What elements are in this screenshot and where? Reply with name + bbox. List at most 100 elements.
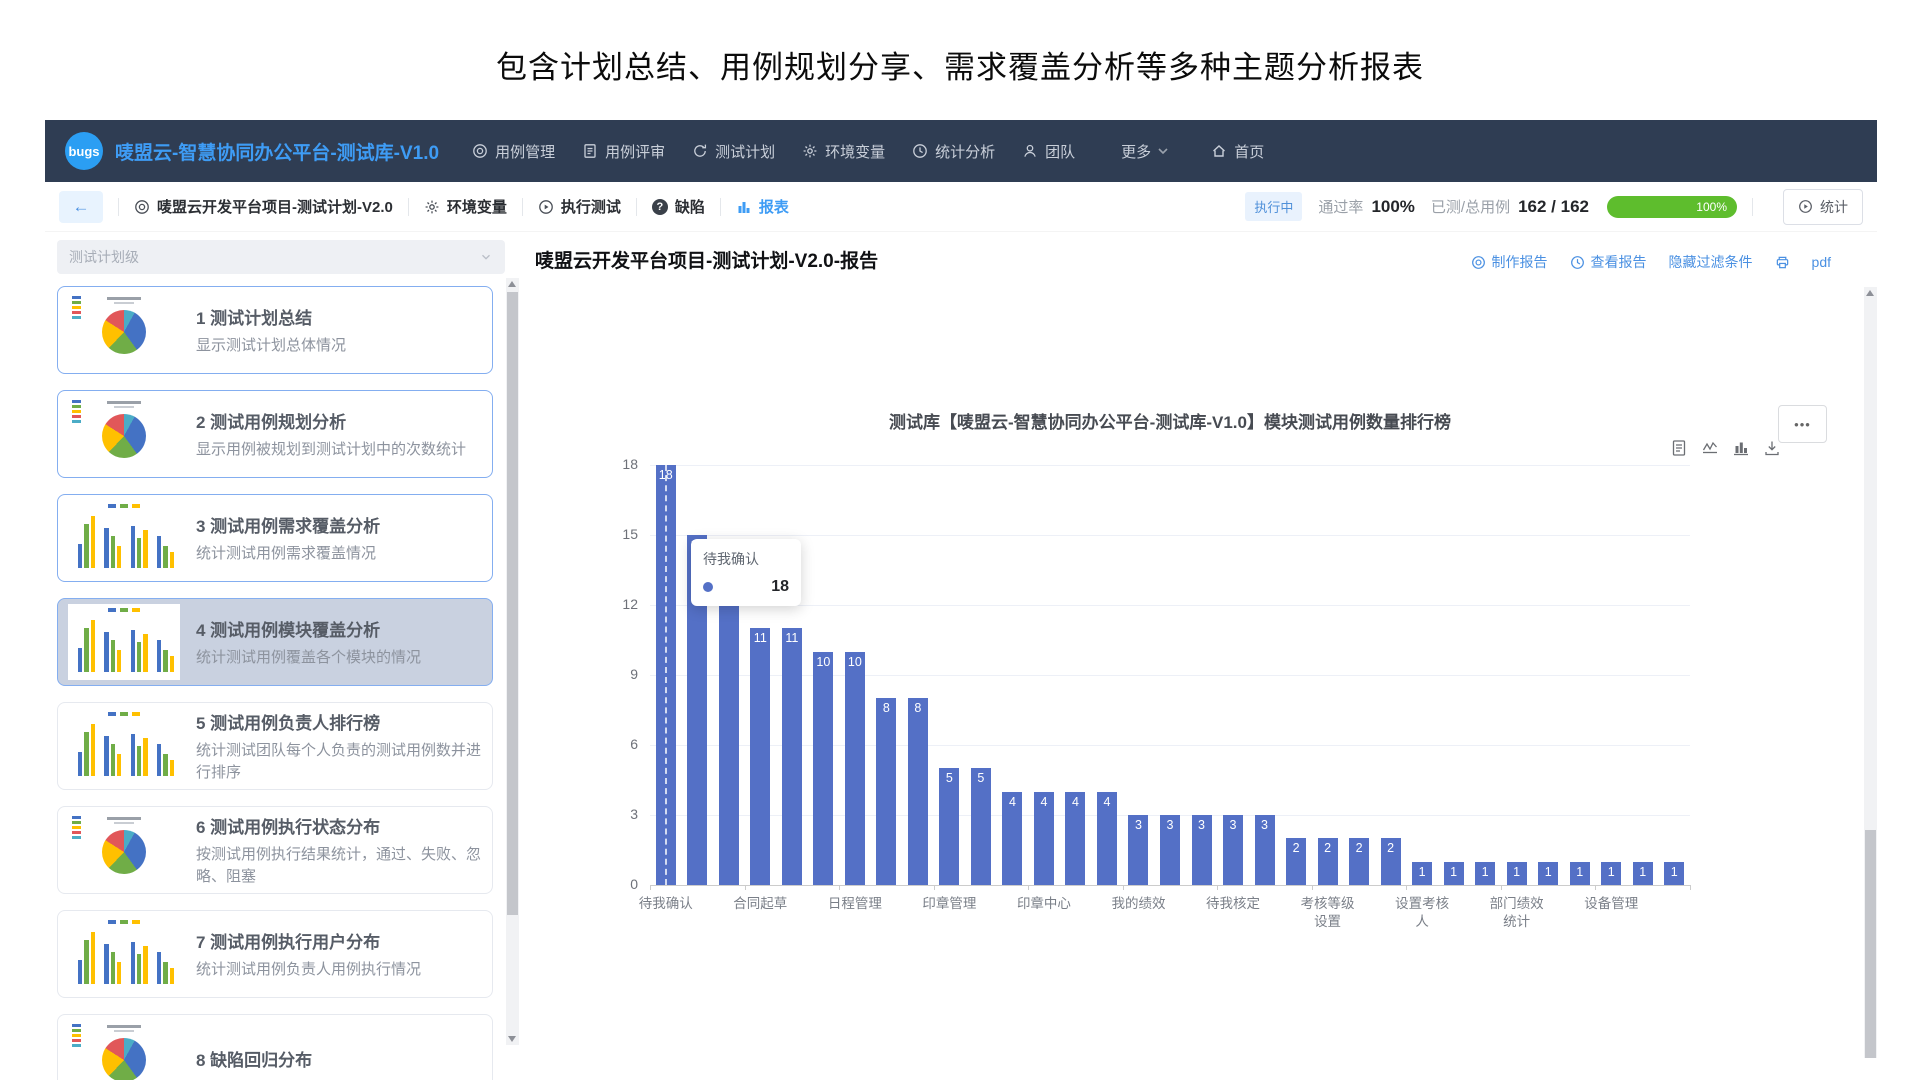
bar-16[interactable]: 3	[1128, 815, 1148, 885]
sidebar-scrollbar[interactable]	[506, 278, 519, 1045]
y-axis-tick-label: 6	[598, 736, 638, 752]
card-text: 7 测试用例执行用户分布统计测试用例负责人用例执行情况	[196, 928, 482, 981]
bar-14[interactable]: 4	[1065, 792, 1085, 885]
bar-22[interactable]: 2	[1318, 838, 1338, 885]
card-title: 8 缺陷回归分布	[196, 1046, 482, 1071]
divider	[636, 198, 637, 216]
bar-7[interactable]: 10	[845, 652, 865, 885]
report-card-6[interactable]: 6 测试用例执行状态分布按测试用例执行结果统计，通过、失败、忽略、阻塞	[57, 806, 493, 894]
nav-item-2[interactable]: 用例评审	[582, 141, 665, 162]
nav-item-5[interactable]: 统计分析	[912, 141, 995, 162]
report-card-4[interactable]: 4 测试用例模块覆盖分析统计测试用例覆盖各个模块的情况	[57, 598, 493, 686]
bar-12[interactable]: 4	[1002, 792, 1022, 885]
download-icon[interactable]	[1763, 439, 1781, 457]
bar-value-label: 1	[1664, 865, 1684, 879]
report-card-8[interactable]: 8 缺陷回归分布	[57, 1014, 493, 1080]
x-axis-tick	[1595, 885, 1596, 890]
nav-item-6[interactable]: 团队	[1022, 141, 1075, 162]
bar-33[interactable]: 1	[1664, 862, 1684, 885]
bar-4[interactable]: 11	[750, 628, 770, 885]
gridline	[650, 465, 1690, 466]
card-text: 1 测试计划总结显示测试计划总体情况	[196, 304, 482, 357]
report-action-pdf[interactable]: pdf	[1812, 254, 1831, 270]
report-card-1[interactable]: 1 测试计划总结显示测试计划总体情况	[57, 286, 493, 374]
bar-24[interactable]: 2	[1381, 838, 1401, 885]
nav-home[interactable]: 首页	[1211, 141, 1264, 162]
data-view-icon[interactable]	[1670, 439, 1688, 457]
toolbar-tab-1[interactable]: 唛盟云开发平台项目-测试计划-V2.0	[134, 196, 393, 217]
bar-value-label: 1	[1507, 865, 1527, 879]
bar-25[interactable]: 1	[1412, 862, 1432, 885]
card-title: 2 测试用例规划分析	[196, 408, 482, 433]
bar-31[interactable]: 1	[1601, 862, 1621, 885]
chevron-down-icon	[479, 250, 493, 264]
scrollbar-thumb[interactable]	[1865, 830, 1876, 1058]
bar-chart-icon[interactable]	[1732, 439, 1750, 457]
line-chart-icon[interactable]	[1701, 439, 1719, 457]
nav-item-1[interactable]: 用例管理	[472, 141, 555, 162]
bar-value-label: 3	[1192, 818, 1212, 832]
play-circle-icon	[1798, 199, 1813, 214]
bar-28[interactable]: 1	[1507, 862, 1527, 885]
x-axis-category-label: 我的绩效	[1109, 895, 1167, 913]
toolbar-tab-5[interactable]: 报表	[736, 196, 789, 217]
bar-19[interactable]: 3	[1223, 815, 1243, 885]
report-card-7[interactable]: 7 测试用例执行用户分布统计测试用例负责人用例执行情况	[57, 910, 493, 998]
bar-value-label: 1	[1444, 865, 1464, 879]
toolbar-tab-3[interactable]: 执行测试	[538, 196, 621, 217]
bar-29[interactable]: 1	[1538, 862, 1558, 885]
report-scrollbar[interactable]	[1864, 287, 1877, 1058]
bar-6[interactable]: 10	[813, 652, 833, 885]
nav-more-label: 更多	[1121, 141, 1151, 162]
report-card-2[interactable]: 2 测试用例规划分析显示用例被规划到测试计划中的次数统计	[57, 390, 493, 478]
nav-item-4[interactable]: 环境变量	[802, 141, 885, 162]
nav-more-menu[interactable]: 更多	[1121, 141, 1171, 162]
bar-26[interactable]: 1	[1444, 862, 1464, 885]
plan-toolbar: ← 唛盟云开发平台项目-测试计划-V2.0环境变量执行测试?缺陷报表 执行中 通…	[45, 182, 1877, 232]
nav-item-label: 测试计划	[715, 141, 775, 162]
bar-32[interactable]: 1	[1633, 862, 1653, 885]
chart-more-button[interactable]: •••	[1778, 405, 1827, 443]
bar-value-label: 2	[1318, 841, 1338, 855]
bar-21[interactable]: 2	[1286, 838, 1306, 885]
card-text: 5 测试用例负责人排行榜统计测试团队每个人负责的测试用例数并进行排序	[196, 709, 482, 784]
bar-17[interactable]: 3	[1160, 815, 1180, 885]
bar-9[interactable]: 8	[908, 698, 928, 885]
app-logo[interactable]: bugs	[65, 132, 103, 170]
report-action-制作报告[interactable]: 制作报告	[1471, 252, 1548, 272]
bar-value-label: 4	[1002, 795, 1022, 809]
scrollbar-thumb[interactable]	[507, 292, 518, 915]
bar-13[interactable]: 4	[1034, 792, 1054, 885]
scroll-up-arrow[interactable]	[1866, 290, 1874, 296]
report-card-5[interactable]: 5 测试用例负责人排行榜统计测试团队每个人负责的测试用例数并进行排序	[57, 702, 493, 790]
bar-27[interactable]: 1	[1475, 862, 1495, 885]
report-action-printer-icon[interactable]	[1775, 255, 1790, 270]
bar-chart-thumbnail	[78, 720, 174, 776]
scroll-down-arrow[interactable]	[508, 1036, 516, 1042]
bar-20[interactable]: 3	[1255, 815, 1275, 885]
printer-icon	[1775, 255, 1790, 270]
report-action-隐藏过滤条件[interactable]: 隐藏过滤条件	[1669, 252, 1753, 272]
plan-level-select[interactable]: 测试计划级	[57, 240, 505, 274]
x-axis-category-label: 合同起草	[731, 895, 789, 913]
back-button[interactable]: ←	[59, 191, 103, 223]
bar-15[interactable]: 4	[1097, 792, 1117, 885]
bar-8[interactable]: 8	[876, 698, 896, 885]
bar-23[interactable]: 2	[1349, 838, 1369, 885]
bar-30[interactable]: 1	[1570, 862, 1590, 885]
toolbar-tab-2[interactable]: 环境变量	[424, 196, 507, 217]
toolbar-tab-4[interactable]: ?缺陷	[652, 196, 705, 217]
stats-button[interactable]: 统计	[1783, 189, 1863, 225]
bar-10[interactable]: 5	[939, 768, 959, 885]
scroll-up-arrow[interactable]	[508, 281, 516, 287]
bar-18[interactable]: 3	[1192, 815, 1212, 885]
bar-3[interactable]: 13	[719, 582, 739, 885]
bar-11[interactable]: 5	[971, 768, 991, 885]
x-axis-tick	[1312, 885, 1313, 890]
report-action-查看报告[interactable]: 查看报告	[1570, 252, 1647, 272]
hover-indicator	[665, 465, 667, 885]
report-card-3[interactable]: 3 测试用例需求覆盖分析统计测试用例需求覆盖情况	[57, 494, 493, 582]
nav-item-3[interactable]: 测试计划	[692, 141, 775, 162]
bar-1[interactable]: 18	[656, 465, 676, 885]
bar-5[interactable]: 11	[782, 628, 802, 885]
